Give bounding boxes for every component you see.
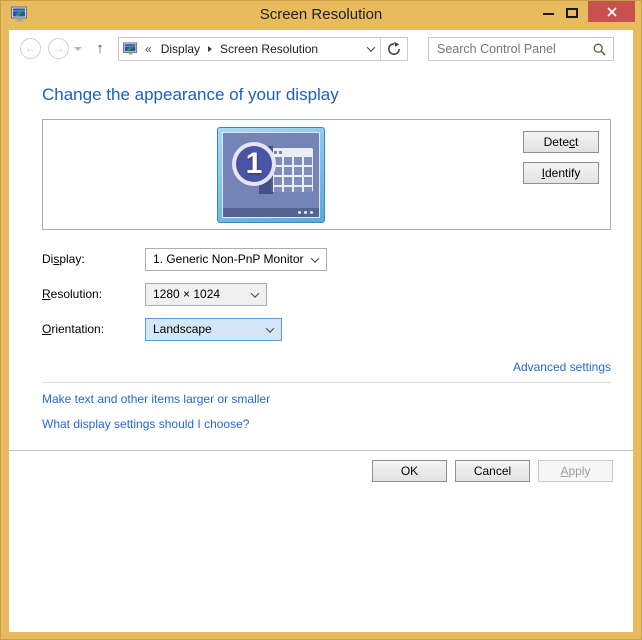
address-dropdown-chevron-icon[interactable] [362,46,380,52]
apply-button[interactable]: Apply [538,460,613,482]
breadcrumb-overflow-icon[interactable]: « [145,42,152,56]
section-separator [42,382,611,383]
display-grid-icon [271,148,313,192]
display-label: Display: [42,252,85,266]
resolution-dropdown[interactable]: 1280 × 1024 [145,283,267,306]
chevron-down-icon [251,289,259,297]
cancel-button[interactable]: Cancel [455,460,530,482]
advanced-settings-link[interactable]: Advanced settings [513,360,611,374]
display-settings-help-link[interactable]: What display settings should I choose? [42,417,249,431]
title-bar: Screen Resolution [0,0,642,30]
chevron-down-icon [311,254,319,262]
search-input[interactable] [429,38,613,60]
resolution-dropdown-value: 1280 × 1024 [153,287,220,301]
refresh-icon [387,42,401,56]
up-icon: ↑ [96,40,104,57]
minimize-button[interactable] [543,13,554,15]
orientation-label: Orientation: [42,322,104,336]
orientation-dropdown-value: Landscape [153,322,212,336]
chevron-down-icon [266,324,274,332]
screen-resolution-window: Screen Resolution ← → ↑ [0,0,642,640]
refresh-button[interactable] [381,38,407,60]
breadcrumb-item-display[interactable]: Display [155,38,206,60]
make-text-larger-link[interactable]: Make text and other items larger or smal… [42,392,270,406]
resolution-label: Resolution: [42,287,102,301]
search-icon[interactable] [593,43,606,61]
close-icon [607,7,617,17]
display-location-icon [123,42,138,57]
back-button[interactable]: ← [20,38,41,59]
monitor-screen-graphic: 1 [222,132,320,218]
up-button[interactable]: ↑ [90,38,110,59]
monitor-taskbar-graphic [223,208,319,217]
close-button[interactable] [588,1,635,22]
back-icon: ← [25,41,37,55]
ok-button[interactable]: OK [372,460,447,482]
detect-button[interactable]: Detect [523,131,599,153]
breadcrumb-separator-icon[interactable] [208,46,212,52]
monitor-number: 1 [246,147,263,181]
display-dropdown[interactable]: 1. Generic Non-PnP Monitor [145,248,327,271]
page-title: Change the appearance of your display [42,85,339,105]
address-bar[interactable]: « Display Screen Resolution [118,37,408,61]
identify-button[interactable]: Identify [523,162,599,184]
recent-pages-chevron-icon[interactable] [74,47,82,51]
taskbar-dots-icon [298,211,313,214]
display-dropdown-value: 1. Generic Non-PnP Monitor [153,252,304,266]
breadcrumb-item-screen-resolution[interactable]: Screen Resolution [214,38,324,60]
footer-separator [9,450,633,451]
forward-icon: → [53,41,65,55]
orientation-dropdown[interactable]: Landscape [145,318,282,341]
forward-button[interactable]: → [48,38,69,59]
monitor-preview-panel: 1 Detect Identify [42,119,611,230]
maximize-button[interactable] [566,8,578,18]
monitor-1-preview[interactable]: 1 [217,127,325,223]
monitor-number-badge: 1 [232,142,276,186]
search-box [428,37,614,61]
client-area: ← → ↑ « Display Screen Resolu [9,30,633,632]
